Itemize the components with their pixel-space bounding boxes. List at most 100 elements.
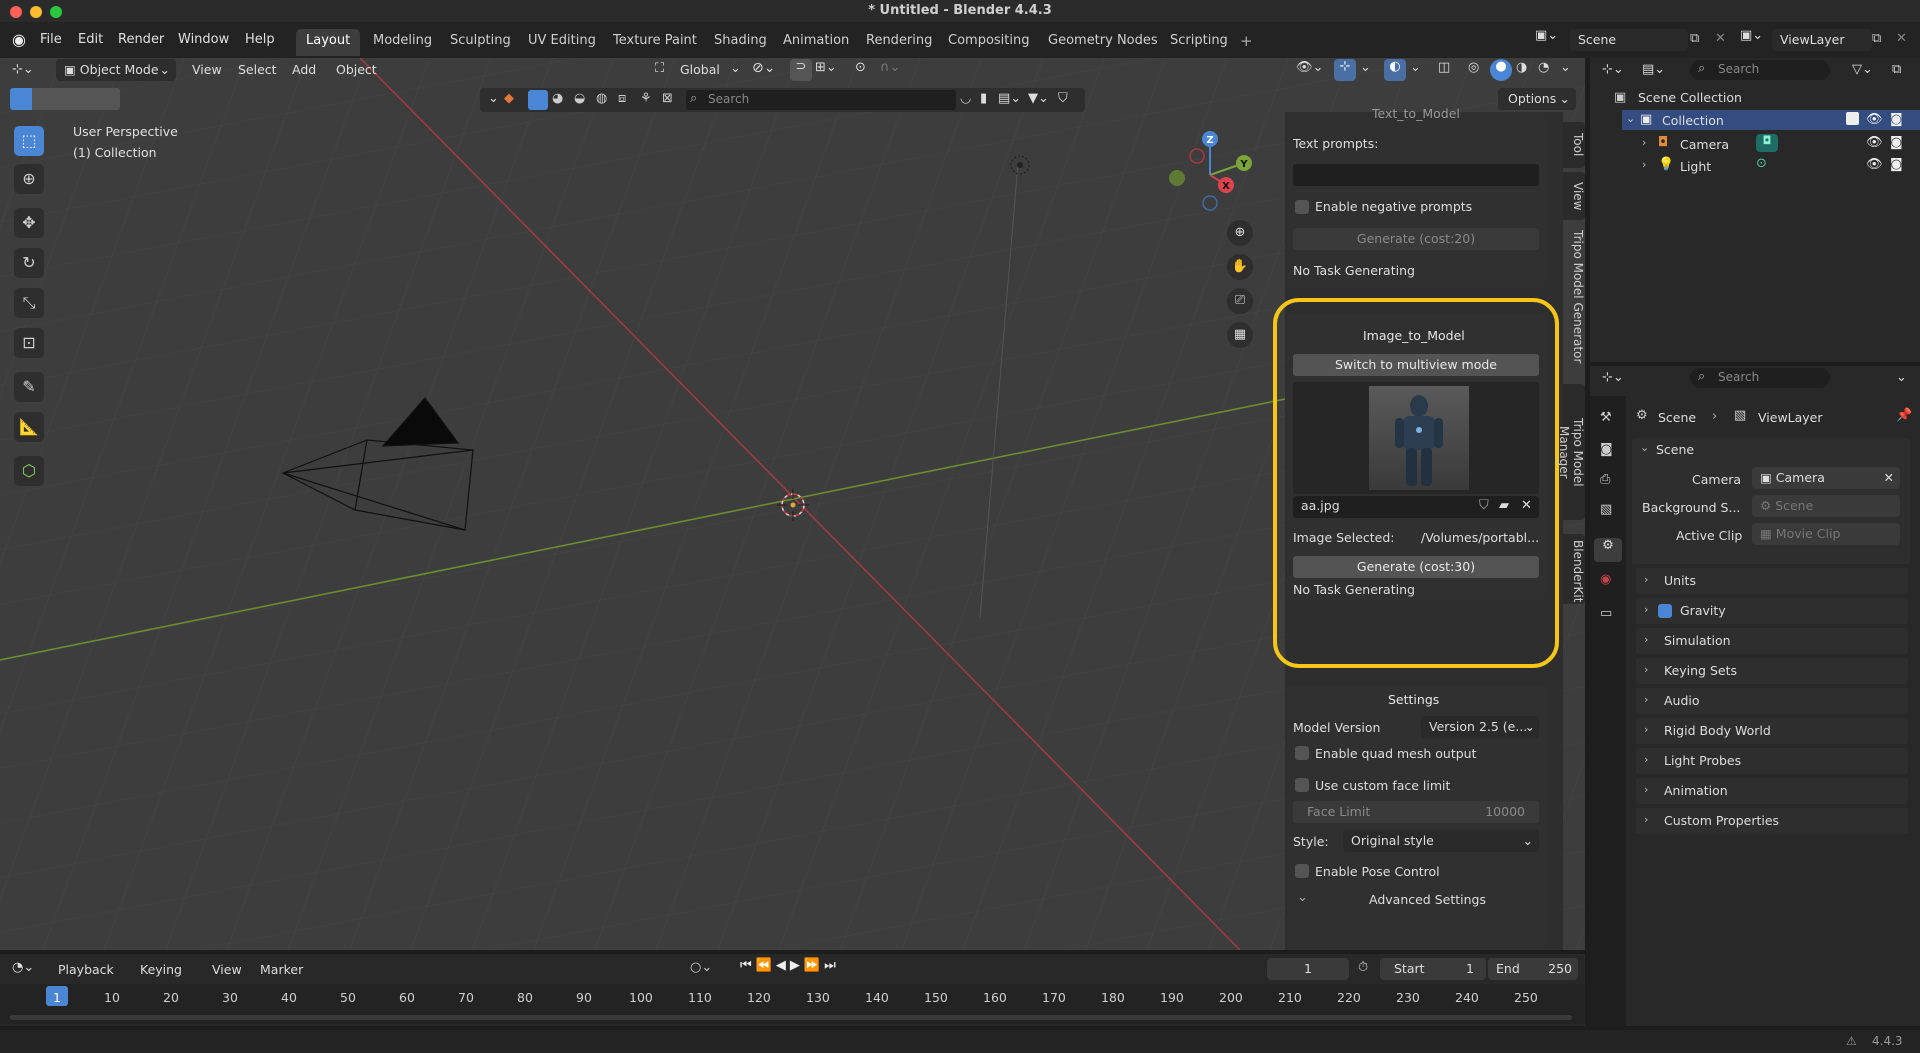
filter-objects-icon[interactable] [528,90,548,110]
tab-compositing[interactable]: Compositing [938,29,1040,56]
camera-data-icon[interactable]: ◘ [1756,134,1778,152]
xray-toggle-icon[interactable]: ◫ [1438,60,1450,75]
shading-material-icon[interactable]: ◑ [1516,60,1527,75]
chevron-down-icon[interactable]: ⌄ [488,91,499,106]
timeline-menu-view[interactable]: View [212,962,242,977]
outliner-search-input[interactable]: ⌕ Search [1690,60,1830,80]
zoom-icon[interactable]: ⊕ [1227,220,1253,246]
output-properties-icon[interactable]: ⎙ [1600,472,1610,487]
bookmark-icon[interactable]: ▮ [980,91,987,106]
chevron-down-icon[interactable]: ⌄ [1896,370,1907,385]
add-cube-tool-icon[interactable]: ⬡ [14,456,44,486]
new-viewlayer-icon[interactable]: ⧉ [1872,31,1881,46]
new-scene-icon[interactable]: ⧉ [1690,31,1699,46]
asset-search-input[interactable]: ⌕ Search [686,90,956,110]
select-new-icon[interactable] [10,88,32,110]
menu-edit[interactable]: Edit [78,32,103,47]
tab-uv-editing[interactable]: UV Editing [518,29,606,56]
tab-geometry-nodes[interactable]: Geometry Nodes [1038,29,1168,56]
sidebar-tab-blenderkit[interactable]: BlenderKit [1563,534,1585,604]
snap-toggle-icon[interactable]: ⊃ [790,59,812,81]
style-select[interactable]: Original style ⌄ [1343,830,1539,852]
tab-texture-paint[interactable]: Texture Paint [603,29,707,56]
jump-keyframe-back-icon[interactable]: ⏪ [756,958,776,973]
camera-render-icon[interactable]: ◙ [1890,157,1903,172]
editor-type-icon[interactable]: ⊹⌄ [12,62,34,77]
mode-select[interactable]: ▣ Object Mode ⌄ [56,59,176,81]
render-properties-icon[interactable]: ◙ [1600,442,1613,457]
pose-control-checkbox[interactable] [1295,864,1309,878]
advanced-settings-label[interactable]: Advanced Settings [1369,892,1486,907]
filter-scenes-icon[interactable]: ◍ [596,91,607,106]
stopwatch-icon[interactable]: ⏱ [1358,960,1368,975]
tab-rendering[interactable]: Rendering [856,29,942,56]
chevron-down-icon[interactable]: ⌄ [1560,60,1571,75]
transform-orientation-select[interactable]: Global [680,62,720,77]
rotate-tool-icon[interactable]: ↻ [14,248,44,278]
eye-icon[interactable]: 👁 [1866,157,1883,172]
close-icon[interactable]: ✕ [1884,470,1894,485]
viewlayer-field[interactable]: ViewLayer [1772,29,1872,51]
select-intersect-icon[interactable] [98,88,120,110]
camera-view-icon[interactable]: ⎚ [1227,288,1253,314]
camera-render-icon[interactable]: ◙ [1890,112,1903,127]
filter-collections-icon[interactable]: ⧈ [618,91,626,106]
face-limit-field[interactable]: Face Limit 10000 [1293,801,1539,823]
panel-gravity[interactable]: › Gravity [1636,598,1908,624]
pivot-point-icon[interactable]: ⊘⌄ [752,60,775,76]
auto-keying-icon[interactable]: ○⌄ [690,960,712,975]
timeline-menu-playback[interactable]: Playback [58,962,114,977]
chevron-right-icon[interactable]: › [1642,158,1646,171]
proportional-edit-icon[interactable]: ⊙ [855,60,866,75]
delete-viewlayer-icon[interactable]: ✕ [1896,31,1907,46]
select-box-tool-icon[interactable]: ⬚ [14,126,44,156]
menu-help[interactable]: Help [245,32,275,47]
overlay-toggle-icon[interactable]: ◐ [1384,59,1406,81]
tab-scripting[interactable]: Scripting [1160,29,1238,56]
end-frame-field[interactable]: End 250 [1488,958,1578,980]
menu-file[interactable]: File [40,32,62,47]
scale-tool-icon[interactable]: ⤡ [14,288,44,318]
menu-render[interactable]: Render [118,32,164,47]
transform-orientation-icon[interactable]: ⛶ [655,61,664,76]
start-frame-field[interactable]: Start 1 [1380,958,1486,980]
timeline-scrollbar[interactable] [10,1015,1572,1020]
select-invert-icon[interactable] [76,88,98,110]
scene-field[interactable]: Scene [1570,29,1688,51]
timeline-menu-marker[interactable]: Marker [260,962,303,977]
color-filter-icon[interactable]: ◆ [504,91,514,106]
collection-properties-icon[interactable]: ▭ [1600,606,1612,621]
select-subtract-icon[interactable] [54,88,76,110]
shield-icon[interactable]: ⛉ [1058,91,1068,106]
sidebar-tab-view[interactable]: View [1563,172,1585,220]
visibility-icon[interactable]: 👁⌄ [1296,60,1323,75]
scene-section-title[interactable]: Scene [1656,442,1694,457]
filter-icon[interactable]: ▼⌄ [1028,91,1049,106]
properties-editor-type-icon[interactable]: ⊹⌄ [1602,370,1624,385]
tab-sculpting[interactable]: Sculpting [440,29,521,56]
panel-keying-sets[interactable]: › Keying Sets [1636,658,1908,684]
play-reverse-icon[interactable]: ◀ [776,958,790,973]
enable-negative-prompts-checkbox[interactable] [1295,200,1309,214]
viewport-menu-view[interactable]: View [192,62,222,77]
chevron-down-icon[interactable]: ⌄ [1360,60,1371,75]
eye-icon[interactable]: 👁 [1866,135,1883,150]
panel-units[interactable]: › Units [1636,568,1908,594]
select-extend-icon[interactable] [32,88,54,110]
collection-checkbox[interactable] [1846,112,1859,125]
background-scene-field[interactable]: ⚙ Scene [1752,495,1900,517]
delete-scene-icon[interactable]: ✕ [1715,31,1726,46]
jump-start-icon[interactable]: ⏮ [740,958,756,973]
timeline-menu-keying[interactable]: Keying [140,962,182,977]
navigation-gizmo[interactable]: Z Y X [1160,125,1260,225]
filter-materials-icon[interactable]: ◕ [552,91,563,106]
panel-light-probes[interactable]: › Light Probes [1636,748,1908,774]
tool-properties-icon[interactable]: ⚒ [1600,410,1612,425]
gravity-checkbox[interactable] [1658,604,1672,618]
pin-icon[interactable]: 📌 [1896,408,1912,423]
tab-shading[interactable]: Shading [704,29,777,56]
shading-wireframe-icon[interactable]: ◎ [1468,60,1479,75]
gizmo-toggle-icon[interactable]: ⊹ [1334,59,1356,81]
sort-icon[interactable]: ◡ [960,91,971,106]
chevron-down-icon[interactable]: ⌄ [1410,60,1421,75]
